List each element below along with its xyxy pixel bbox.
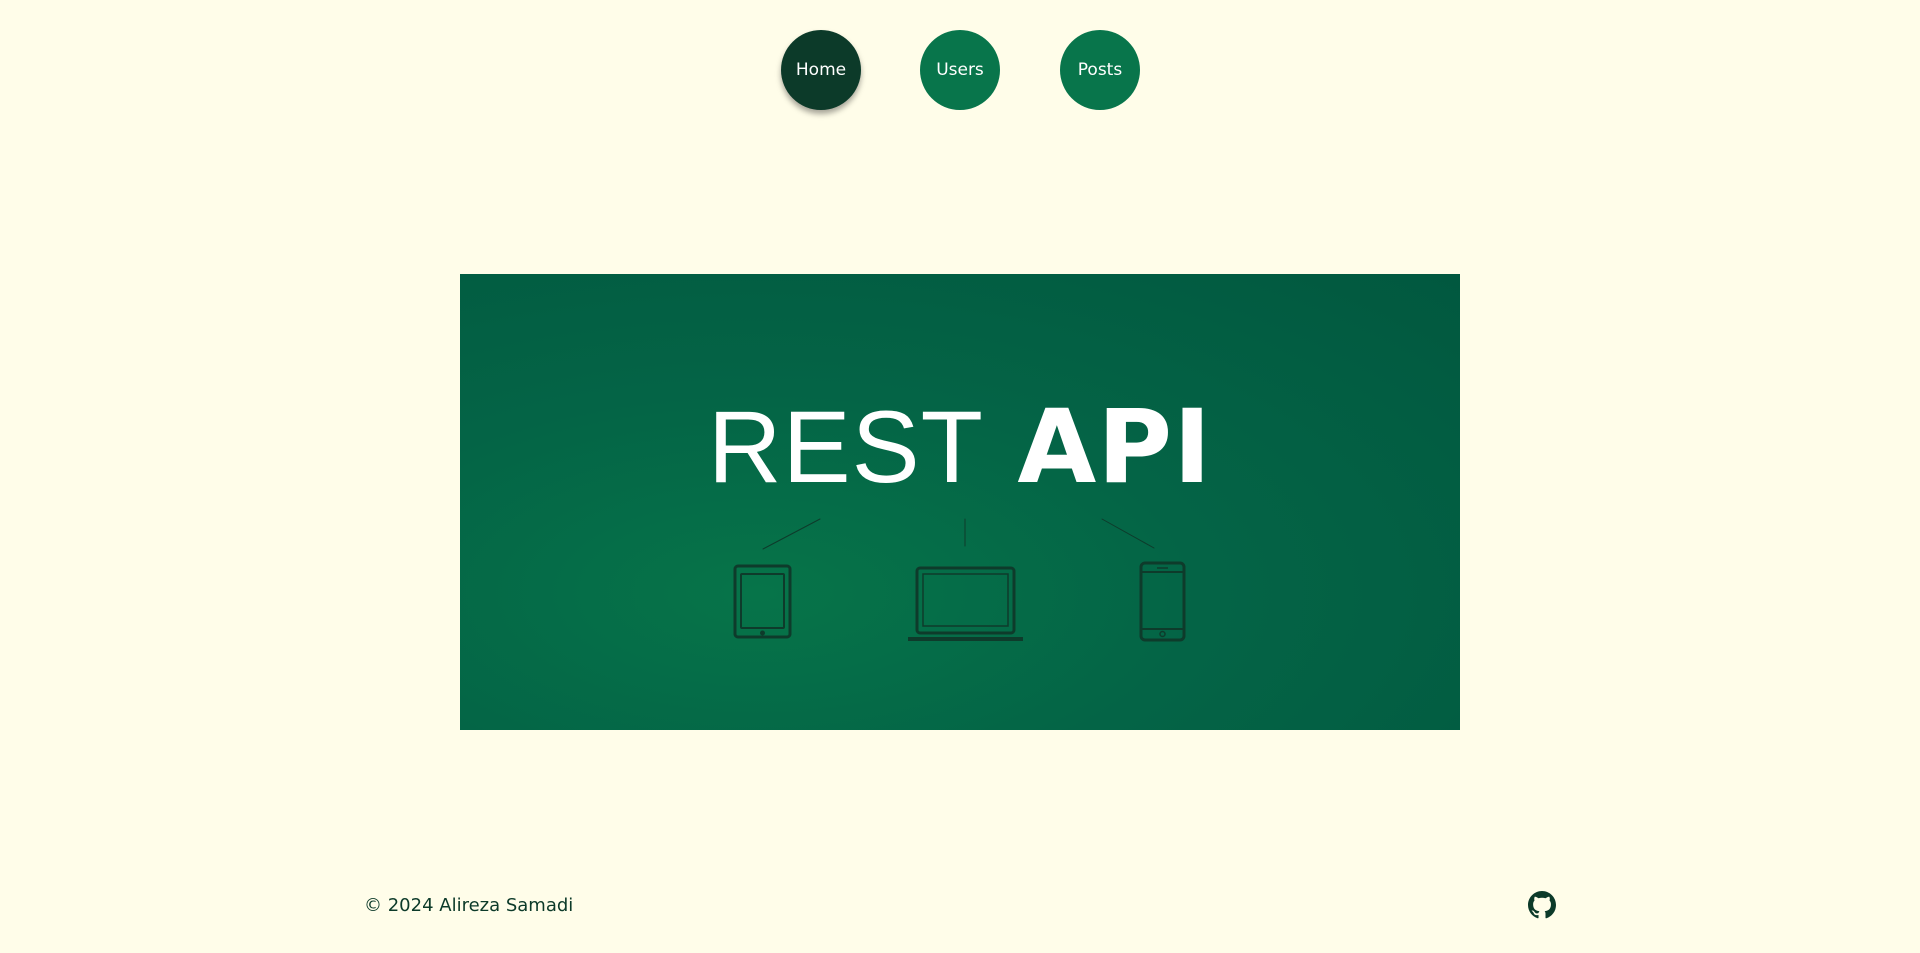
nav-home-button[interactable]: Home — [781, 30, 861, 110]
tablet-icon — [733, 564, 792, 639]
nav-users-button[interactable]: Users — [920, 30, 1000, 110]
page: Home Users Posts REST API © 2024 Alireza… — [0, 0, 1920, 953]
connector-line-left — [762, 518, 821, 550]
footer-copyright: © 2024 Alireza Samadi — [364, 895, 574, 916]
devices-illustration — [733, 518, 1186, 642]
hero-banner: REST API — [460, 274, 1460, 730]
laptop-icon — [908, 566, 1023, 641]
main-nav: Home Users Posts — [0, 30, 1920, 110]
phone-icon — [1139, 561, 1186, 642]
nav-posts-button[interactable]: Posts — [1060, 30, 1140, 110]
github-icon[interactable] — [1528, 891, 1556, 919]
connector-line-right — [1101, 518, 1155, 549]
